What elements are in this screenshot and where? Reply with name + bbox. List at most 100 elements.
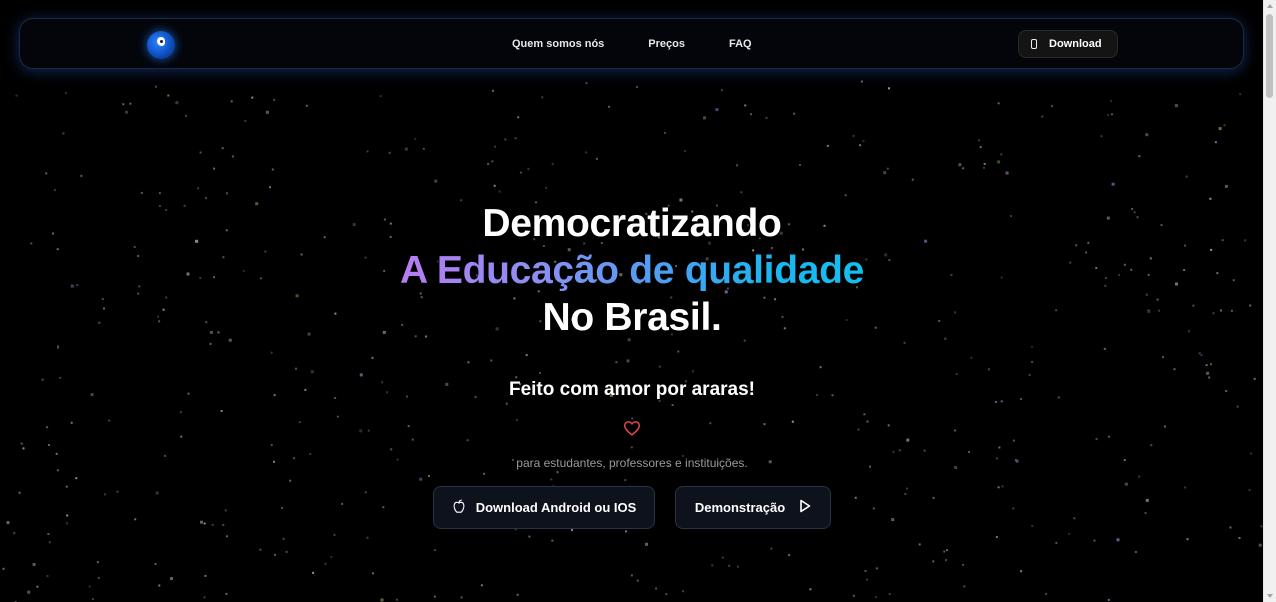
navbar: Quem somos nós Preços FAQ Download — [19, 18, 1244, 69]
star — [968, 451, 970, 453]
star — [20, 442, 23, 445]
star — [1041, 115, 1044, 118]
star — [330, 556, 333, 559]
star — [852, 594, 855, 597]
star — [80, 174, 83, 177]
download-button[interactable]: Download — [1018, 30, 1118, 58]
star — [312, 571, 315, 574]
star — [66, 514, 69, 517]
star — [525, 354, 528, 357]
scrollbar-thumb[interactable] — [1266, 14, 1273, 98]
star — [887, 424, 890, 427]
star — [1111, 182, 1115, 186]
star — [222, 524, 225, 527]
star — [874, 596, 877, 599]
star — [309, 453, 312, 455]
star — [483, 472, 486, 475]
star — [97, 576, 100, 579]
download-android-ios-button[interactable]: Download Android ou IOS — [433, 486, 655, 529]
star — [407, 425, 410, 428]
parrot-logo-icon[interactable] — [147, 31, 175, 59]
star — [1103, 347, 1106, 350]
star — [265, 110, 269, 114]
star — [220, 410, 223, 412]
hero-subtitle: Feito com amor por araras! — [508, 379, 756, 400]
star — [1185, 175, 1188, 178]
star — [1206, 371, 1210, 375]
star — [336, 415, 339, 418]
star — [854, 496, 857, 499]
star — [866, 578, 868, 581]
star — [736, 164, 739, 167]
star — [898, 449, 901, 452]
star — [494, 145, 496, 148]
star — [906, 487, 909, 490]
star — [585, 82, 588, 85]
star — [979, 146, 982, 149]
apple-icon — [452, 499, 466, 517]
star — [998, 446, 1001, 449]
star — [367, 429, 370, 432]
star — [57, 345, 59, 348]
star — [978, 139, 980, 142]
star — [433, 595, 436, 598]
star — [585, 151, 587, 154]
star — [460, 596, 463, 599]
star — [728, 564, 731, 567]
star — [498, 190, 501, 193]
nav-link-precos[interactable]: Preços — [648, 38, 685, 50]
star — [96, 561, 99, 564]
star — [1031, 524, 1034, 527]
demonstracao-button[interactable]: Demonstração — [675, 486, 831, 529]
star — [491, 160, 494, 163]
star — [155, 491, 159, 495]
heart-icon — [623, 420, 641, 436]
star — [550, 478, 553, 481]
star — [285, 550, 288, 553]
star — [1144, 512, 1147, 514]
star — [487, 163, 490, 165]
star — [158, 584, 161, 587]
page-scrollbar[interactable] — [1263, 0, 1276, 602]
nav-link-quem-somos[interactable]: Quem somos nós — [512, 38, 604, 50]
star — [480, 584, 483, 587]
star — [411, 438, 414, 441]
star — [281, 506, 283, 509]
star — [428, 475, 430, 477]
star — [1198, 352, 1201, 355]
star — [888, 87, 890, 90]
star — [366, 536, 369, 539]
star — [720, 89, 723, 92]
nav-link-faq[interactable]: FAQ — [729, 38, 752, 50]
download-button-label: Download — [1049, 38, 1102, 50]
star — [371, 356, 374, 359]
star — [763, 423, 766, 426]
star — [359, 373, 363, 377]
star — [770, 547, 773, 550]
star — [793, 112, 796, 115]
star — [379, 95, 382, 98]
star — [185, 114, 188, 117]
star — [945, 559, 947, 562]
star — [859, 144, 862, 147]
star — [1145, 498, 1149, 502]
star — [997, 486, 1000, 489]
star — [863, 413, 866, 416]
hero-tagline: para estudantes, professores e instituiç… — [516, 456, 748, 470]
star — [1116, 538, 1120, 542]
star — [994, 401, 997, 403]
star — [1218, 127, 1222, 131]
star — [655, 587, 658, 590]
star — [1107, 598, 1110, 601]
star — [997, 102, 1000, 105]
star — [684, 150, 687, 152]
star — [995, 536, 998, 538]
scroll-down-arrow-icon[interactable] — [1267, 594, 1273, 598]
star — [62, 132, 65, 135]
hero-line-2-gradient: A Educação de qualidade — [399, 249, 865, 292]
star — [545, 186, 548, 189]
star — [422, 147, 425, 150]
star — [943, 550, 946, 553]
star — [180, 411, 182, 414]
scroll-up-arrow-icon[interactable] — [1267, 4, 1273, 8]
